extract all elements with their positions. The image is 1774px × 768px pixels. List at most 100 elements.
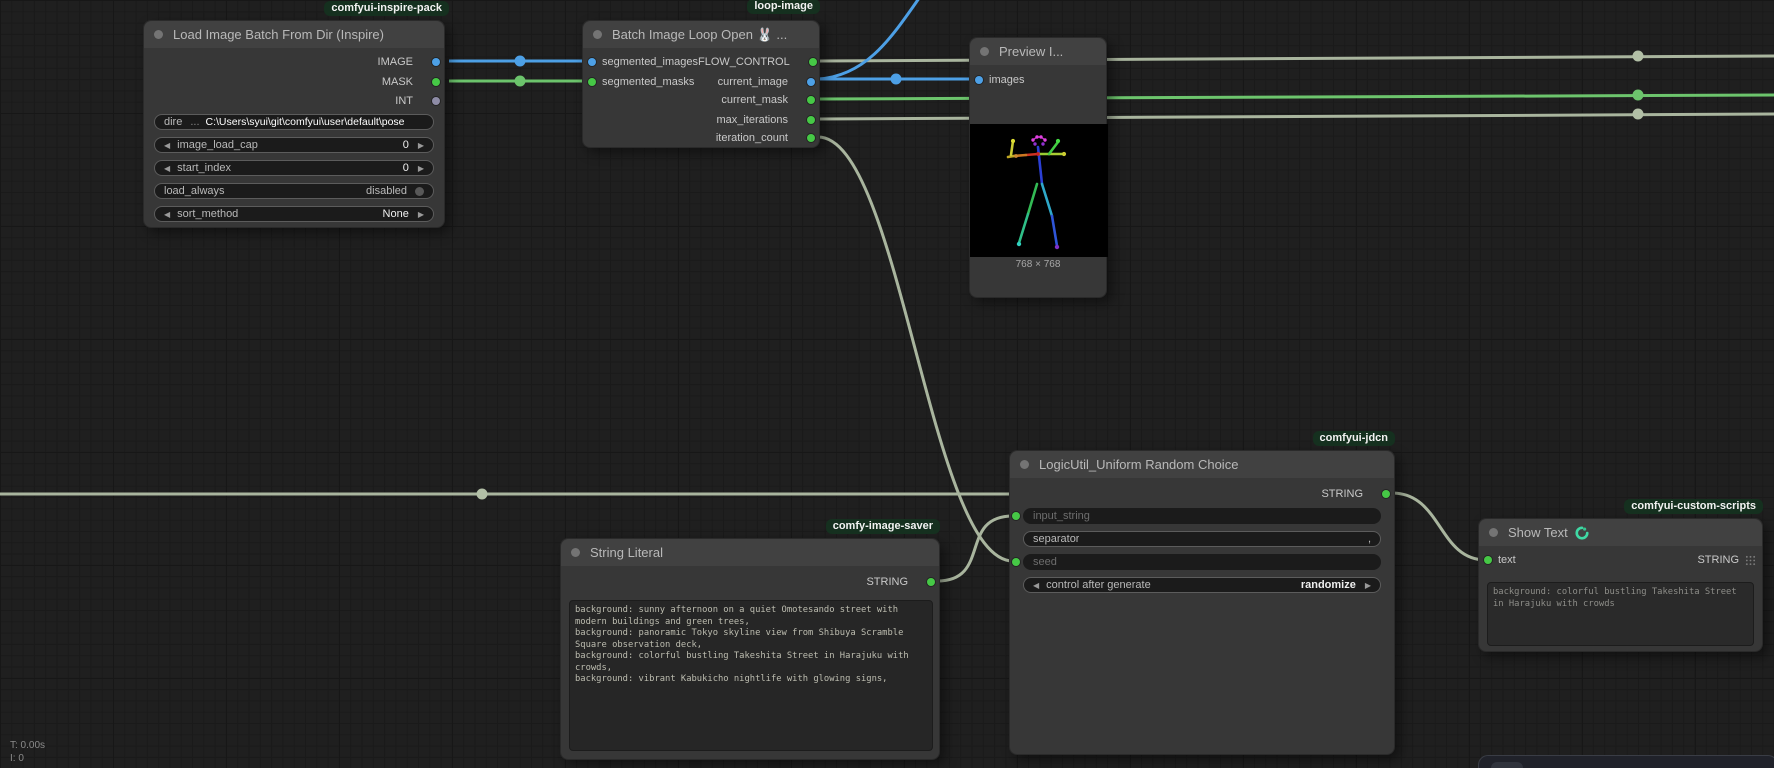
output-port-current-image[interactable] bbox=[807, 78, 815, 86]
input-port-input-string[interactable] bbox=[1012, 512, 1020, 520]
node-titlebar[interactable]: Preview I... bbox=[970, 38, 1106, 65]
input-label: images bbox=[989, 74, 1024, 86]
node-badge: loop-image bbox=[747, 0, 820, 14]
reroute-dot[interactable] bbox=[1633, 109, 1644, 120]
execution-stats: T: 0.00s I: 0 bbox=[10, 739, 45, 765]
widget-label: control after generate bbox=[1046, 579, 1151, 591]
reroute-dot[interactable] bbox=[1633, 51, 1644, 62]
output-label: IMAGE bbox=[378, 56, 413, 68]
output-port-int[interactable] bbox=[432, 97, 440, 105]
input-label: text bbox=[1498, 554, 1516, 566]
widget-value: disabled bbox=[366, 185, 407, 197]
decrement-arrow-icon[interactable]: ◀ bbox=[164, 164, 170, 173]
port-row: iteration_count bbox=[583, 129, 819, 147]
next-arrow-icon[interactable]: ▶ bbox=[418, 210, 424, 219]
separator-widget[interactable]: separator , bbox=[1023, 531, 1381, 547]
preview-image-thumbnail[interactable] bbox=[970, 124, 1108, 257]
widget-value: 0 bbox=[403, 162, 409, 174]
increment-arrow-icon[interactable]: ▶ bbox=[418, 141, 424, 150]
input-port-segmented-images[interactable] bbox=[588, 58, 596, 66]
node-graph-canvas[interactable]: comfyui-inspire-pack loop-image comfyui-… bbox=[0, 0, 1774, 768]
output-label: STRING bbox=[1697, 554, 1739, 566]
seed-widget[interactable]: seed bbox=[1023, 554, 1381, 570]
start-index-widget[interactable]: ◀ start_index 0 ▶ bbox=[154, 160, 434, 176]
toggle-knob-icon[interactable] bbox=[415, 187, 424, 196]
output-row: IMAGE bbox=[144, 53, 444, 71]
output-port-string[interactable] bbox=[927, 578, 935, 586]
node-batch-image-loop[interactable]: Batch Image Loop Open 🐰 ... segmented_im… bbox=[582, 20, 820, 148]
image-resolution-caption: 768 × 768 bbox=[970, 259, 1106, 270]
output-port-max-iterations[interactable] bbox=[807, 116, 815, 124]
output-port-flow-control[interactable] bbox=[809, 58, 817, 66]
increment-arrow-icon[interactable]: ▶ bbox=[418, 164, 424, 173]
widget-label: input_string bbox=[1033, 510, 1090, 522]
reroute-dot[interactable] bbox=[515, 76, 526, 87]
widget-label: start_index bbox=[177, 162, 231, 174]
node-titlebar[interactable]: Load Image Batch From Dir (Inspire) bbox=[144, 21, 444, 48]
node-show-text[interactable]: Show Text text STRING background: colorf… bbox=[1478, 518, 1763, 652]
widget-label: dire bbox=[164, 116, 182, 128]
collapse-dot-icon[interactable] bbox=[154, 30, 163, 39]
output-port-image[interactable] bbox=[432, 58, 440, 66]
decrement-arrow-icon[interactable]: ◀ bbox=[164, 141, 170, 150]
node-titlebar[interactable]: Batch Image Loop Open 🐰 ... bbox=[583, 21, 819, 48]
reroute-dot[interactable] bbox=[477, 489, 488, 500]
ellipsis-icon: ... bbox=[190, 116, 199, 128]
node-titlebar[interactable]: Show Text bbox=[1479, 519, 1762, 546]
output-port-mask[interactable] bbox=[432, 78, 440, 86]
string-literal-textarea[interactable]: background: sunny afternoon on a quiet O… bbox=[569, 600, 933, 751]
collapse-dot-icon[interactable] bbox=[1489, 528, 1498, 537]
output-port-current-mask[interactable] bbox=[807, 96, 815, 104]
node-string-literal[interactable]: String Literal STRING background: sunny … bbox=[560, 538, 940, 760]
output-port-string[interactable] bbox=[1382, 490, 1390, 498]
output-port-iteration-count[interactable] bbox=[807, 134, 815, 142]
input-string-widget[interactable]: input_string bbox=[1023, 508, 1381, 524]
node-title: Show Text bbox=[1508, 525, 1568, 540]
port-row: max_iterations bbox=[583, 111, 819, 129]
port-row: segmented_masks current_image bbox=[583, 73, 819, 91]
wire-max-iterations bbox=[818, 114, 1774, 119]
input-port-seed[interactable] bbox=[1012, 558, 1020, 566]
node-partial-bottom[interactable] bbox=[1478, 755, 1774, 768]
reroute-dot[interactable] bbox=[515, 56, 526, 67]
collapse-dot-icon[interactable] bbox=[571, 548, 580, 557]
input-port-images[interactable] bbox=[975, 76, 983, 84]
pysssss-snake-icon bbox=[1575, 526, 1589, 540]
output-label: current_image bbox=[718, 76, 788, 88]
node-badge: comfyui-jdcn bbox=[1313, 431, 1395, 446]
output-label: STRING bbox=[1321, 488, 1363, 500]
collapse-dot-icon[interactable] bbox=[1020, 460, 1029, 469]
output-row: STRING bbox=[561, 573, 939, 591]
node-titlebar[interactable]: String Literal bbox=[561, 539, 939, 566]
reroute-dot[interactable] bbox=[891, 74, 902, 85]
node-load-image-batch[interactable]: Load Image Batch From Dir (Inspire) IMAG… bbox=[143, 20, 445, 228]
control-after-generate-widget[interactable]: ◀ control after generate randomize ▶ bbox=[1023, 577, 1381, 593]
image-load-cap-widget[interactable]: ◀ image_load_cap 0 ▶ bbox=[154, 137, 434, 153]
widget-label: image_load_cap bbox=[177, 139, 258, 151]
node-title: String Literal bbox=[590, 545, 663, 560]
show-text-output-area[interactable]: background: colorful bustling Takeshita … bbox=[1487, 582, 1754, 646]
node-badge: comfyui-custom-scripts bbox=[1624, 499, 1763, 514]
node-titlebar[interactable]: LogicUtil_Uniform Random Choice bbox=[1010, 451, 1394, 478]
input-port-segmented-masks[interactable] bbox=[588, 78, 596, 86]
collapse-dot-icon[interactable] bbox=[980, 47, 989, 56]
wire-to-show-text bbox=[1392, 493, 1486, 560]
wire-current-mask bbox=[818, 95, 1774, 99]
output-label: STRING bbox=[866, 576, 908, 588]
input-port-text[interactable] bbox=[1484, 556, 1492, 564]
port-row: current_mask bbox=[583, 91, 819, 109]
node-logicutil-random-choice[interactable]: LogicUtil_Uniform Random Choice STRING i… bbox=[1009, 450, 1395, 755]
reroute-dot[interactable] bbox=[1633, 90, 1644, 101]
widget-label: separator bbox=[1033, 533, 1079, 545]
collapse-dot-icon[interactable] bbox=[593, 30, 602, 39]
node-preview-image[interactable]: Preview I... images bbox=[969, 37, 1107, 298]
sort-method-widget[interactable]: ◀ sort_method None ▶ bbox=[154, 206, 434, 222]
directory-widget[interactable]: dire ... C:\Users\syui\git\comfyui\user\… bbox=[154, 114, 434, 130]
widget-value: randomize bbox=[1301, 579, 1356, 591]
next-arrow-icon[interactable]: ▶ bbox=[1365, 581, 1371, 590]
previous-arrow-icon[interactable]: ◀ bbox=[1033, 581, 1039, 590]
widget-value: 0 bbox=[403, 139, 409, 151]
previous-arrow-icon[interactable]: ◀ bbox=[164, 210, 170, 219]
load-always-toggle[interactable]: load_always disabled bbox=[154, 183, 434, 199]
wire-flow-control bbox=[818, 56, 1774, 61]
